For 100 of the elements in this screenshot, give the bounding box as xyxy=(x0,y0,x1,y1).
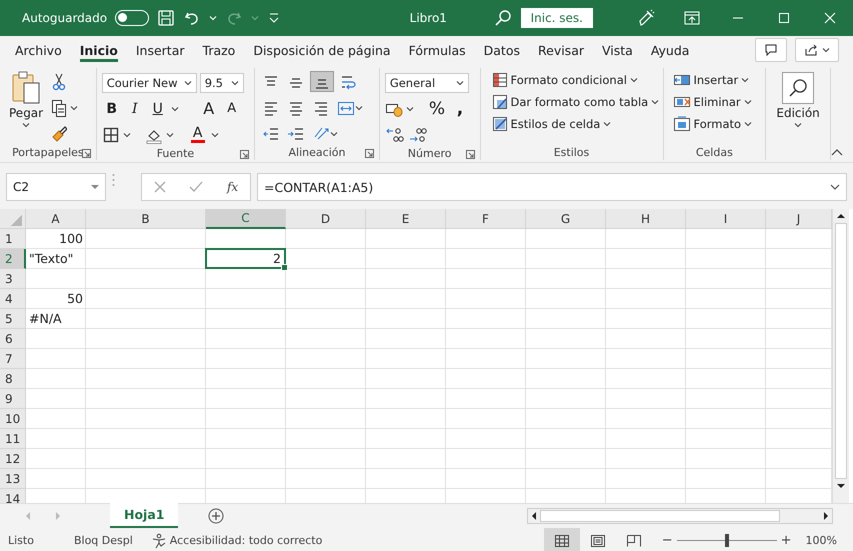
caret-icon[interactable] xyxy=(330,130,338,136)
caret-icon[interactable] xyxy=(744,99,752,105)
ribbon-tab[interactable]: Ayuda xyxy=(642,36,698,64)
column-header[interactable]: A xyxy=(26,209,86,229)
font-size-dropdown[interactable]: 9.5 xyxy=(200,72,244,92)
zoom-slider[interactable] xyxy=(724,534,729,547)
styles-menu-button[interactable]: Formato condicional xyxy=(492,69,658,91)
caret-icon[interactable] xyxy=(630,77,638,83)
zoom-in-button[interactable]: + xyxy=(780,533,792,548)
column-header[interactable]: C xyxy=(206,209,286,229)
collapse-ribbon-icon[interactable] xyxy=(831,148,843,156)
copy-icon[interactable] xyxy=(51,98,68,116)
styles-menu-button[interactable]: Estilos de celda xyxy=(492,113,658,135)
bold-button[interactable]: B xyxy=(102,98,122,119)
dropdown-arrow-icon[interactable] xyxy=(91,184,99,190)
horizontal-scrollbar[interactable] xyxy=(527,508,833,524)
row-header[interactable]: 3 xyxy=(0,269,26,289)
row-header[interactable]: 5 xyxy=(0,309,26,329)
row-header[interactable]: 7 xyxy=(0,349,26,369)
caret-icon[interactable] xyxy=(822,47,830,53)
expand-icon[interactable] xyxy=(830,184,840,190)
italic-button[interactable]: I xyxy=(124,98,145,119)
caret-icon[interactable] xyxy=(741,77,750,83)
column-header[interactable]: G xyxy=(526,209,606,229)
table-cell[interactable]: 100 xyxy=(26,229,86,248)
accessibility-icon[interactable] xyxy=(150,532,167,548)
ribbon-tab[interactable]: Fórmulas xyxy=(400,36,475,64)
zoom-out-button[interactable]: − xyxy=(662,533,673,548)
font-color-button[interactable]: A xyxy=(188,124,208,145)
dialog-launcher-icon[interactable] xyxy=(240,150,250,159)
column-header[interactable]: J xyxy=(766,209,832,229)
table-cell[interactable]: #N/A xyxy=(26,309,86,328)
font-name-dropdown[interactable]: Courier New xyxy=(102,72,197,92)
vertical-scrollbar[interactable] xyxy=(832,209,849,503)
editing-button[interactable]: Edición xyxy=(771,68,825,130)
share-button[interactable] xyxy=(795,38,839,62)
dialog-launcher-icon[interactable] xyxy=(82,149,91,158)
caret-icon[interactable] xyxy=(794,122,802,128)
increase-decimal-icon[interactable] xyxy=(384,126,405,144)
cells-menu-button[interactable]: Insertar xyxy=(672,69,760,91)
autosave-toggle[interactable] xyxy=(115,10,150,26)
caret-icon[interactable] xyxy=(22,122,30,128)
ribbon-tab[interactable]: Insertar xyxy=(126,36,194,64)
save-icon[interactable] xyxy=(157,9,176,27)
insert-function-button[interactable]: fx xyxy=(226,180,238,194)
row-header[interactable]: 11 xyxy=(0,429,26,449)
page-layout-icon[interactable] xyxy=(590,534,606,548)
ribbon-tab[interactable]: Disposición de página xyxy=(244,36,400,64)
caret-icon[interactable] xyxy=(122,132,131,138)
ribbon-tab[interactable]: Datos xyxy=(474,36,529,64)
column-header[interactable]: E xyxy=(366,209,446,229)
row-header[interactable]: 8 xyxy=(0,369,26,389)
styles-menu-button[interactable]: Dar formato como tabla xyxy=(492,91,658,113)
grid-view-icon[interactable] xyxy=(554,534,570,548)
ribbon-tab[interactable]: Vista xyxy=(593,36,642,64)
caret-icon[interactable] xyxy=(406,106,414,112)
increase-font-size-button[interactable]: A xyxy=(198,98,219,119)
page-break-icon[interactable] xyxy=(626,534,642,548)
cells-menu-button[interactable]: Eliminar xyxy=(672,91,760,113)
caret-icon[interactable] xyxy=(210,132,219,138)
comments-button[interactable] xyxy=(755,38,787,62)
customize-icon[interactable] xyxy=(267,11,282,25)
column-header[interactable]: D xyxy=(286,209,366,229)
ribbon-tab[interactable]: Inicio xyxy=(70,36,127,64)
caret-icon[interactable] xyxy=(456,80,464,86)
search-icon[interactable] xyxy=(494,9,512,27)
column-header[interactable]: B xyxy=(86,209,206,229)
caret-icon[interactable] xyxy=(70,104,78,110)
decrease-decimal-icon[interactable] xyxy=(408,126,428,144)
pen-icon[interactable] xyxy=(637,9,655,27)
active-cell[interactable]: 2 xyxy=(205,248,286,269)
formula-field[interactable]: =CONTAR(A1:A5) xyxy=(257,173,847,201)
caret-icon[interactable] xyxy=(651,99,660,105)
caret-icon[interactable] xyxy=(744,121,752,127)
row-header[interactable]: 12 xyxy=(0,449,26,469)
percent-button[interactable]: % xyxy=(426,98,447,119)
paste-button[interactable]: Pegar xyxy=(5,68,48,145)
fill-handle[interactable] xyxy=(281,264,288,271)
table-cell[interactable]: 50 xyxy=(26,289,86,308)
add-sheet-icon[interactable] xyxy=(208,508,224,524)
ribbon-display-icon[interactable] xyxy=(684,11,700,25)
row-header[interactable]: 2 xyxy=(0,249,26,269)
caret-icon[interactable] xyxy=(166,132,174,138)
dialog-launcher-icon[interactable] xyxy=(364,149,374,158)
caret-icon[interactable] xyxy=(170,106,179,112)
name-box[interactable]: C2 xyxy=(6,173,106,201)
row-header[interactable]: 9 xyxy=(0,389,26,409)
number-format-dropdown[interactable]: General xyxy=(384,72,469,92)
row-header[interactable]: 10 xyxy=(0,409,26,429)
table-cell[interactable]: "Texto" xyxy=(26,249,86,268)
underline-button[interactable]: U xyxy=(148,98,168,119)
cells-menu-button[interactable]: Formato xyxy=(672,113,760,135)
dialog-launcher-icon[interactable] xyxy=(466,150,474,159)
row-header[interactable]: 13 xyxy=(0,469,26,489)
accessibility-status[interactable]: Accesibilidad: todo correcto xyxy=(170,534,322,547)
sign-in-button[interactable]: Inic. ses. xyxy=(520,8,593,28)
borders-icon[interactable] xyxy=(102,126,120,144)
sheet-tab[interactable]: Hoja1 xyxy=(110,503,178,528)
ribbon-tab[interactable]: Revisar xyxy=(529,36,593,64)
close-icon[interactable] xyxy=(824,12,836,24)
